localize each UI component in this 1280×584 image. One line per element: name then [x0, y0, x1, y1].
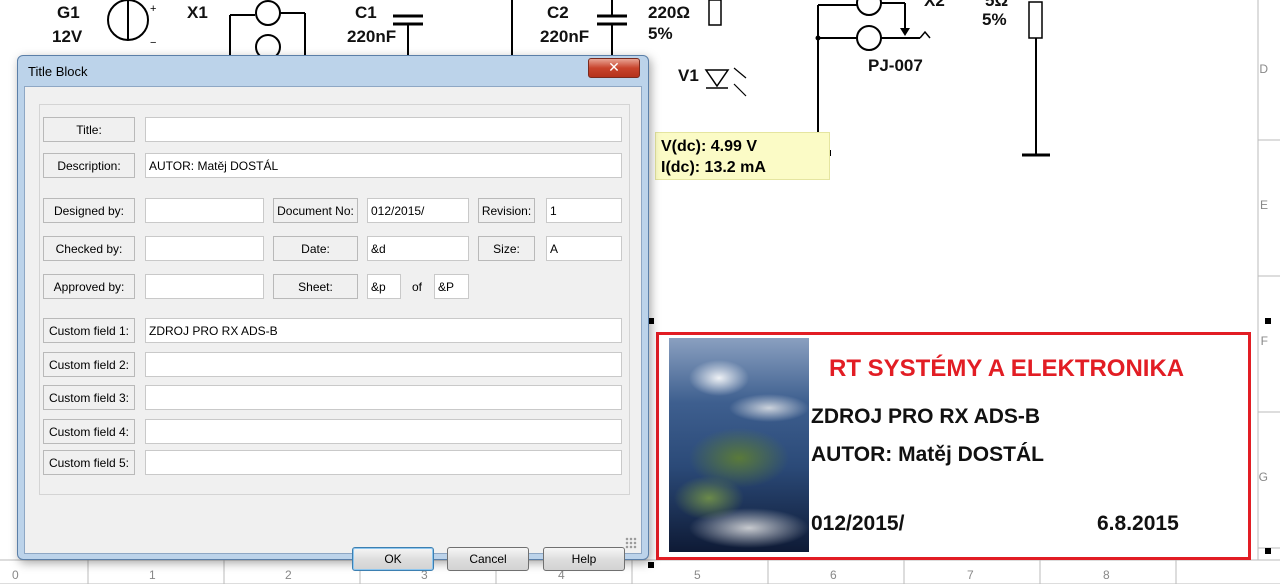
date-input[interactable] — [367, 236, 469, 261]
probe-voltage: V(dc): 4.99 V — [661, 138, 758, 155]
svg-text:+: + — [150, 3, 156, 15]
close-button[interactable]: ✕ — [588, 58, 640, 78]
document-no-label: Document No: — [273, 198, 358, 223]
cancel-button[interactable]: Cancel — [447, 547, 529, 571]
designed-by-label: Designed by: — [43, 198, 135, 223]
svg-text:−: − — [150, 37, 156, 49]
sheet-label: Sheet: — [273, 274, 358, 299]
of-label: of — [406, 274, 428, 299]
dialog-title: Title Block — [28, 64, 88, 79]
zone-letter: G — [1258, 470, 1268, 484]
ruler-number: 7 — [967, 568, 974, 582]
custom-field-1-input[interactable] — [145, 318, 622, 343]
label-r-value: 220Ω — [648, 3, 690, 22]
sheet-total-input[interactable] — [434, 274, 469, 299]
label-c2: C2 — [547, 3, 569, 22]
approved-by-input[interactable] — [145, 274, 264, 299]
label-x2-part: PJ-007 — [868, 56, 923, 75]
revision-label: Revision: — [478, 198, 535, 223]
label-g1: G1 — [57, 3, 80, 22]
fields-group: Title: Description: Designed by: Documen… — [39, 104, 630, 495]
date-label: Date: — [273, 236, 358, 261]
checked-by-input[interactable] — [145, 236, 264, 261]
description-label: Description: — [43, 153, 135, 178]
tb-company: RT SYSTÉMY A ELEKTRONIKA — [829, 355, 1185, 382]
label-c1-value: 220nF — [347, 27, 397, 46]
document-no-input[interactable] — [367, 198, 469, 223]
label-c2-value: 220nF — [540, 27, 590, 46]
checked-by-label: Checked by: — [43, 236, 135, 261]
title-block-dialog[interactable]: Title Block ✕ Title: Description: Design… — [17, 55, 649, 571]
ruler-number: 5 — [694, 568, 701, 582]
ok-button[interactable]: OK — [352, 547, 434, 571]
tb-title: ZDROJ PRO RX ADS-B — [811, 405, 1041, 428]
approved-by-label: Approved by: — [43, 274, 135, 299]
label-x1: X1 — [187, 3, 208, 22]
title-label: Title: — [43, 117, 135, 142]
label-r2-tol: 5% — [982, 10, 1007, 29]
ruler-number: 1 — [149, 568, 156, 582]
resize-grip-icon[interactable] — [625, 537, 637, 549]
ruler-number: 0 — [12, 568, 19, 582]
size-input[interactable] — [546, 236, 622, 261]
zone-letter: D — [1259, 62, 1268, 76]
ruler-number: 2 — [285, 568, 292, 582]
custom-field-4-label: Custom field 4: — [43, 419, 135, 444]
close-icon: ✕ — [608, 60, 620, 76]
custom-field-4-input[interactable] — [145, 419, 622, 444]
custom-field-5-input[interactable] — [145, 450, 622, 475]
ruler-number: 8 — [1103, 568, 1110, 582]
revision-input[interactable] — [546, 198, 622, 223]
help-button[interactable]: Help — [543, 547, 625, 571]
zone-letter: F — [1260, 334, 1268, 348]
tb-date: 6.8.2015 — [1097, 512, 1179, 535]
size-label: Size: — [478, 236, 535, 261]
satellite-image — [669, 338, 809, 552]
custom-field-5-label: Custom field 5: — [43, 450, 135, 475]
probe-readout: V(dc): 4.99 V I(dc): 13.2 mA — [655, 132, 830, 180]
label-v1: V1 — [678, 66, 699, 85]
label-g1-value: 12V — [52, 27, 83, 46]
zone-letter: E — [1259, 198, 1268, 212]
sheet-title-block[interactable]: RT SYSTÉMY A ELEKTRONIKA ZDROJ PRO RX AD… — [656, 332, 1251, 560]
label-x2: X2 — [924, 0, 945, 10]
designed-by-input[interactable] — [145, 198, 264, 223]
sheet-input[interactable] — [367, 274, 401, 299]
custom-field-3-label: Custom field 3: — [43, 385, 135, 410]
title-input[interactable] — [145, 117, 622, 142]
custom-field-2-label: Custom field 2: — [43, 352, 135, 377]
label-r-tol: 5% — [648, 24, 673, 43]
custom-field-1-label: Custom field 1: — [43, 318, 135, 343]
probe-current: I(dc): 13.2 mA — [661, 159, 766, 176]
description-input[interactable] — [145, 153, 622, 178]
label-c1: C1 — [355, 3, 377, 22]
tb-author: AUTOR: Matěj DOSTÁL — [811, 443, 1044, 466]
dialog-client-area: Title: Description: Designed by: Documen… — [24, 86, 642, 571]
custom-field-3-input[interactable] — [145, 385, 622, 410]
tb-doc-no: 012/2015/ — [811, 512, 905, 535]
custom-field-2-input[interactable] — [145, 352, 622, 377]
ruler-number: 6 — [830, 568, 837, 582]
